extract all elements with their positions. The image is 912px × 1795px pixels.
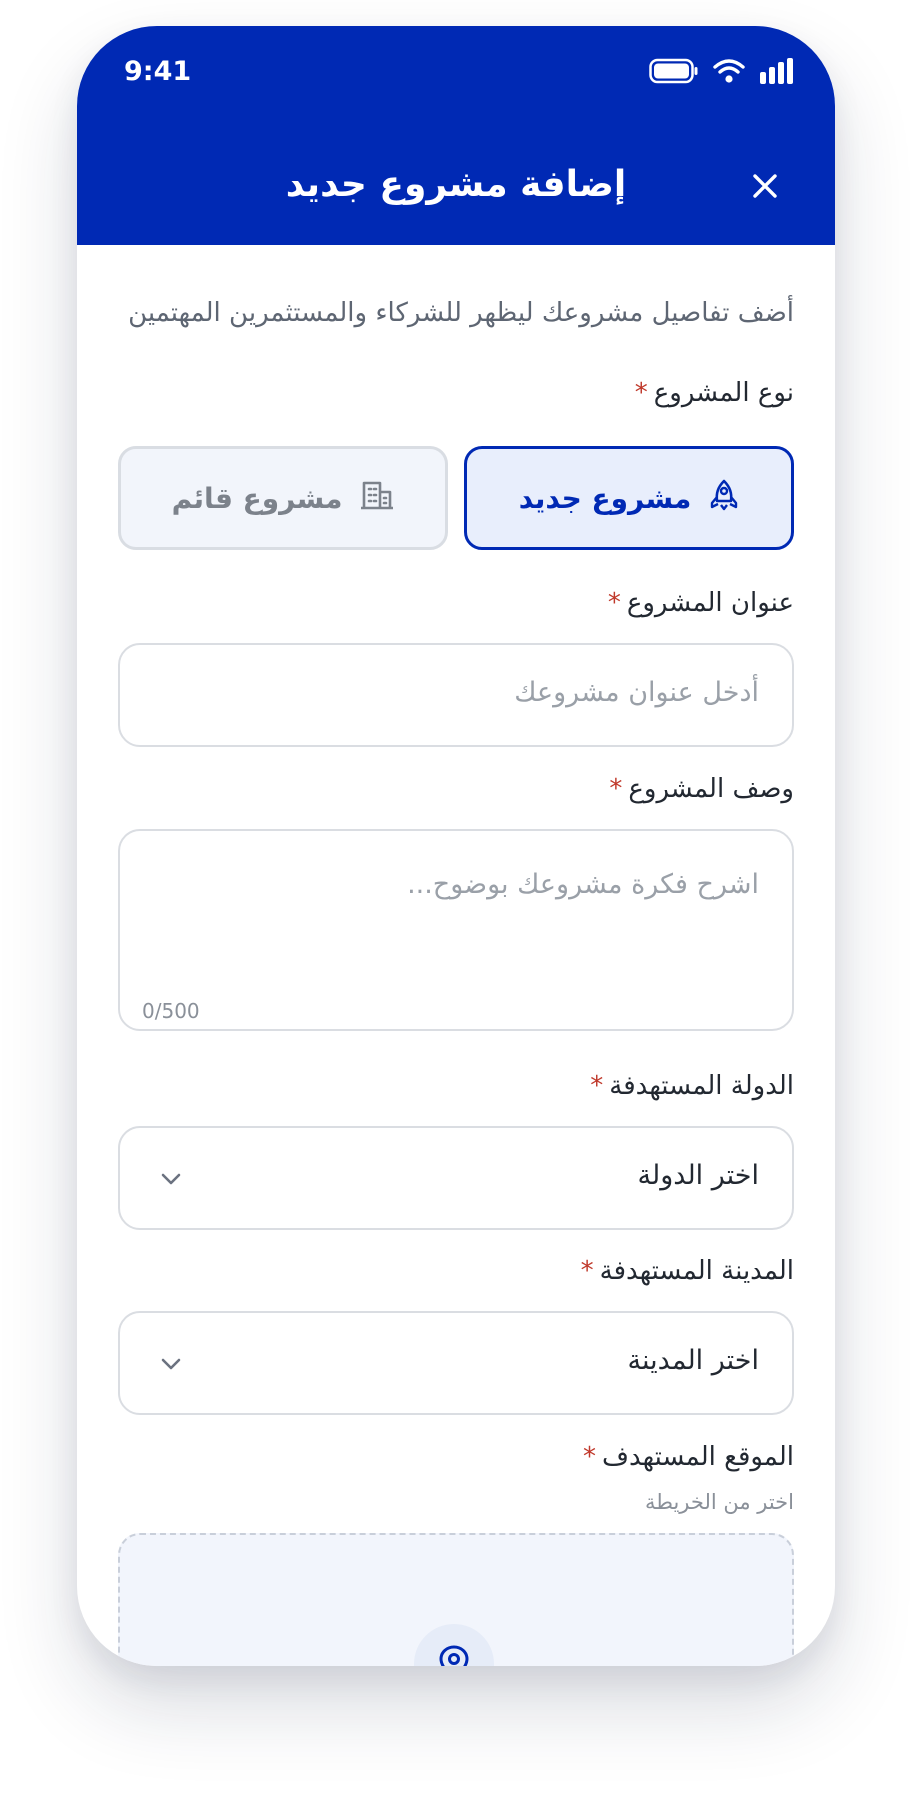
project-type-label: نوع المشروع* bbox=[635, 378, 794, 408]
city-select-value: اختر المدينة bbox=[627, 1345, 759, 1376]
building-icon bbox=[360, 480, 394, 517]
status-icons bbox=[649, 58, 795, 88]
required-mark: * bbox=[607, 588, 621, 618]
project-type-new-label: مشروع جديد bbox=[518, 481, 692, 515]
status-time: 9:41 bbox=[124, 56, 192, 87]
phone-frame: 9:41 إضافة مشروع جديد أضف تفاصيل مشروعك … bbox=[77, 26, 835, 1666]
chevron-down-icon bbox=[161, 1358, 181, 1370]
signal-icon bbox=[759, 58, 795, 88]
project-description-label: وصف المشروع* bbox=[609, 774, 794, 804]
form-subtitle: أضف تفاصيل مشروعك ليظهر للشركاء والمستثم… bbox=[128, 298, 794, 328]
project-description-textarea[interactable]: اشرح فكرة مشروعك بوضوح... 0/500 bbox=[118, 829, 794, 1031]
required-mark: * bbox=[634, 378, 648, 408]
country-label: الدولة المستهدفة* bbox=[590, 1071, 794, 1101]
wifi-icon bbox=[713, 58, 745, 88]
project-type-existing-button[interactable]: مشروع قائم bbox=[118, 446, 448, 550]
project-title-label: عنوان المشروع* bbox=[608, 588, 794, 618]
city-select[interactable]: اختر المدينة bbox=[118, 1311, 794, 1415]
battery-icon bbox=[649, 58, 699, 88]
app-header: 9:41 إضافة مشروع جديد bbox=[77, 26, 835, 245]
project-description-label-text: وصف المشروع bbox=[628, 774, 794, 804]
chevron-down-icon bbox=[161, 1173, 181, 1185]
location-hint: اختر من الخريطة bbox=[644, 1490, 794, 1514]
city-label: المدينة المستهدفة* bbox=[581, 1256, 794, 1286]
country-label-text: الدولة المستهدفة bbox=[609, 1071, 794, 1101]
required-mark: * bbox=[590, 1071, 604, 1101]
rocket-icon bbox=[709, 479, 739, 518]
project-title-label-text: عنوان المشروع bbox=[626, 588, 794, 618]
required-mark: * bbox=[609, 774, 623, 804]
country-select[interactable]: اختر الدولة bbox=[118, 1126, 794, 1230]
location-label-text: الموقع المستهدف bbox=[602, 1442, 794, 1472]
close-icon bbox=[753, 174, 777, 198]
project-type-existing-label: مشروع قائم bbox=[171, 481, 343, 515]
page-title: إضافة مشروع جديد bbox=[285, 164, 627, 205]
project-type-new-button[interactable]: مشروع جديد bbox=[464, 446, 794, 550]
close-button[interactable] bbox=[745, 166, 785, 206]
project-title-placeholder: أدخل عنوان مشروعك bbox=[514, 677, 759, 708]
project-type-label-text: نوع المشروع bbox=[653, 378, 794, 408]
project-description-placeholder: اشرح فكرة مشروعك بوضوح... bbox=[407, 869, 759, 900]
city-label-text: المدينة المستهدفة bbox=[599, 1256, 794, 1286]
country-select-value: اختر الدولة bbox=[637, 1160, 759, 1191]
project-title-input[interactable]: أدخل عنوان مشروعك bbox=[118, 643, 794, 747]
map-pin-icon bbox=[439, 1645, 469, 1666]
character-counter: 0/500 bbox=[142, 999, 200, 1023]
location-label: الموقع المستهدف* bbox=[583, 1442, 794, 1472]
required-mark: * bbox=[583, 1442, 597, 1472]
required-mark: * bbox=[580, 1256, 594, 1286]
